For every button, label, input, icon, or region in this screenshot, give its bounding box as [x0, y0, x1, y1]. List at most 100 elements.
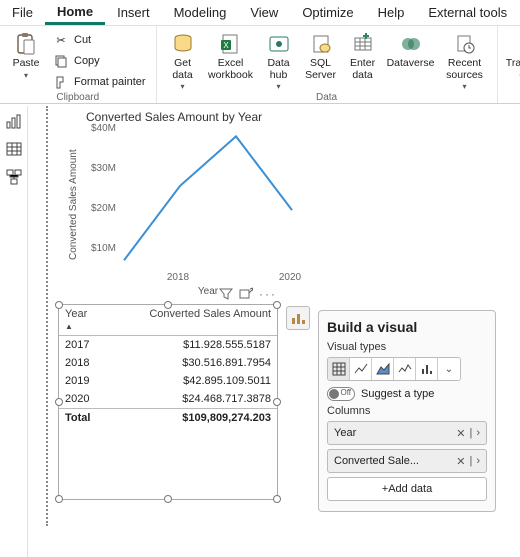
group-label-clipboard: Clipboard: [56, 92, 99, 105]
table-row[interactable]: 2017$11.928.555.5187: [59, 336, 277, 354]
transform-label: Transform data: [504, 58, 520, 81]
copy-label: Copy: [74, 55, 100, 67]
vt-area[interactable]: [372, 358, 394, 380]
ribbon-group-queries: Transform data Refresh Queries: [498, 26, 520, 103]
resize-handle[interactable]: [55, 301, 63, 309]
menu-bar: File Home Insert Modeling View Optimize …: [0, 0, 520, 26]
resize-handle[interactable]: [164, 301, 172, 309]
resize-handle[interactable]: [273, 398, 281, 406]
line-chart-visual[interactable]: Converted Sales Amount by Year Converted…: [68, 110, 304, 296]
focus-mode-icon[interactable]: [239, 287, 253, 301]
sql-server-button[interactable]: SQL Server: [301, 30, 341, 81]
data-hub-icon: [267, 32, 291, 56]
vt-line2[interactable]: [394, 358, 416, 380]
vt-line[interactable]: [350, 358, 372, 380]
view-rail: [0, 106, 28, 557]
remove-field-icon[interactable]: ✕: [456, 455, 465, 468]
table-header: Year ▲ Converted Sales Amount: [59, 305, 277, 336]
table-total-row: Total$109,809,274.203: [59, 408, 277, 427]
report-view-button[interactable]: [5, 112, 23, 130]
recent-sources-button[interactable]: Recent sources: [439, 30, 491, 92]
divider: |: [469, 427, 472, 439]
menu-optimize[interactable]: Optimize: [290, 0, 365, 25]
vt-bar[interactable]: [416, 358, 438, 380]
divider: |: [469, 455, 472, 467]
menu-modeling[interactable]: Modeling: [162, 0, 239, 25]
menu-help[interactable]: Help: [366, 0, 417, 25]
suggest-toggle[interactable]: Off: [327, 387, 355, 401]
table-row[interactable]: 2019$42.895.109.5011: [59, 372, 277, 390]
field-well-year[interactable]: Year ✕ | ›: [327, 421, 487, 445]
clipboard-icon: [14, 32, 38, 56]
dataverse-label: Dataverse: [387, 58, 435, 70]
table-visual[interactable]: ··· Year ▲ Converted Sales Amount 2017$1…: [58, 304, 278, 500]
ribbon-group-clipboard: Paste ✂ Cut Copy Format painter: [0, 26, 157, 103]
data-hub-label: Data hub: [259, 58, 299, 81]
vt-more[interactable]: ⌄: [438, 358, 460, 380]
menu-file[interactable]: File: [0, 0, 45, 25]
data-hub-button[interactable]: Data hub: [259, 30, 299, 92]
paste-button[interactable]: Paste: [6, 30, 46, 80]
sql-icon: [309, 32, 333, 56]
enter-data-button[interactable]: Enter data: [343, 30, 383, 81]
chevron-right-icon[interactable]: ›: [476, 455, 480, 467]
field-well-amount[interactable]: Converted Sale... ✕ | ›: [327, 449, 487, 473]
menu-view[interactable]: View: [238, 0, 290, 25]
ribbon-group-data: Get data X Excel workbook Data hub SQL S…: [157, 26, 498, 103]
page-edge: [46, 106, 48, 526]
x-tick: 2020: [279, 272, 301, 283]
add-data-button[interactable]: +Add data: [327, 477, 487, 501]
suggest-label: Suggest a type: [361, 388, 434, 400]
cut-button[interactable]: ✂ Cut: [48, 30, 150, 50]
svg-text:X: X: [223, 41, 229, 50]
vt-table[interactable]: [328, 358, 350, 380]
y-tick: $30M: [90, 163, 116, 174]
table-row[interactable]: 2018$30.516.891.7954: [59, 354, 277, 372]
enter-data-icon: [351, 32, 375, 56]
data-view-button[interactable]: [5, 140, 23, 158]
menu-home[interactable]: Home: [45, 0, 105, 25]
chart-title: Converted Sales Amount by Year: [68, 110, 304, 124]
resize-handle[interactable]: [273, 301, 281, 309]
chart-plot: $40M $30M $20M $10M 2018 2020 Year: [120, 128, 296, 268]
cut-label: Cut: [74, 34, 91, 46]
sql-label: SQL Server: [301, 58, 341, 81]
model-view-button[interactable]: [5, 168, 23, 186]
y-axis-label: Converted Sales Amount: [68, 149, 79, 260]
chevron-right-icon[interactable]: ›: [476, 427, 480, 439]
remove-field-icon[interactable]: ✕: [456, 427, 465, 440]
resize-handle[interactable]: [55, 495, 63, 503]
col-amount[interactable]: Converted Sales Amount: [101, 305, 277, 335]
transform-data-button[interactable]: Transform data: [504, 30, 520, 92]
col-year[interactable]: Year ▲: [59, 305, 101, 335]
get-data-button[interactable]: Get data: [163, 30, 203, 92]
paste-label: Paste: [13, 58, 40, 70]
copy-button[interactable]: Copy: [48, 51, 150, 71]
x-axis-label: Year: [198, 286, 218, 297]
menu-external-tools[interactable]: External tools: [416, 0, 519, 25]
paintbrush-icon: [52, 73, 70, 91]
database-icon: [171, 32, 195, 56]
dataverse-button[interactable]: Dataverse: [385, 30, 437, 70]
table-row[interactable]: 2020$24.468.717.3878: [59, 390, 277, 408]
chart-icon: [290, 310, 306, 326]
recent-icon: [453, 32, 477, 56]
filter-icon[interactable]: [219, 287, 233, 301]
format-painter-button[interactable]: Format painter: [48, 72, 150, 92]
field-wells: Year ✕ | › Converted Sale... ✕ | › +Add …: [327, 421, 487, 501]
resize-handle[interactable]: [273, 495, 281, 503]
build-visual-pane: Build a visual Visual types ⌄ Off Sugges…: [318, 310, 496, 512]
menu-insert[interactable]: Insert: [105, 0, 162, 25]
visual-type-picker: ⌄: [327, 357, 461, 381]
ribbon: Paste ✂ Cut Copy Format painter: [0, 26, 520, 104]
recent-label: Recent sources: [439, 58, 491, 81]
visual-types-label: Visual types: [327, 341, 487, 353]
more-options-icon[interactable]: ···: [259, 287, 277, 301]
resize-handle[interactable]: [55, 398, 63, 406]
columns-label: Columns: [327, 405, 487, 417]
dataverse-icon: [399, 32, 423, 56]
excel-workbook-button[interactable]: X Excel workbook: [205, 30, 257, 81]
build-visual-toggle[interactable]: [286, 306, 310, 330]
pane-title: Build a visual: [327, 319, 487, 335]
resize-handle[interactable]: [164, 495, 172, 503]
